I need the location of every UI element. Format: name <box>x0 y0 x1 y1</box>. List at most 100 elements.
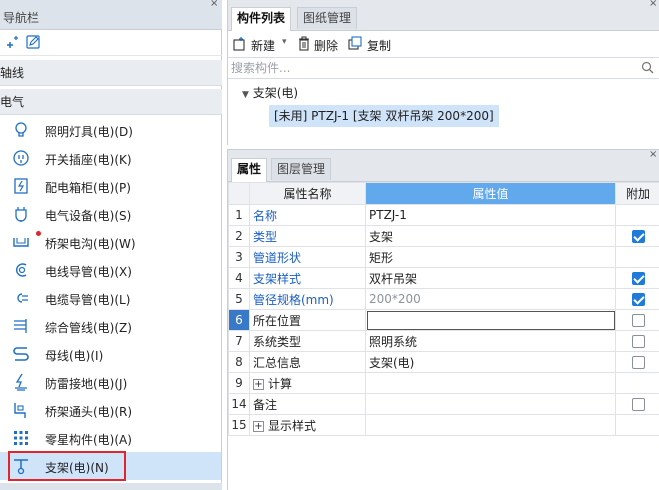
misc-component-icon <box>12 429 30 447</box>
copy-button[interactable]: 复制 <box>367 37 391 54</box>
properties-close-icon[interactable]: × <box>649 149 657 160</box>
nav-item-lighting[interactable]: 照明灯具(电)(D) <box>0 116 221 144</box>
properties-tabbar: 属性 图层管理 × <box>228 149 659 182</box>
search-input[interactable] <box>231 60 631 76</box>
add-checkbox[interactable] <box>631 335 645 348</box>
edit-icon[interactable] <box>25 34 41 50</box>
row-name: 管径规格(mm) <box>249 288 366 310</box>
row-value[interactable]: PTZJ-1 <box>365 204 616 226</box>
row-value-editor[interactable] <box>365 309 616 331</box>
nav-item-switch-socket[interactable]: 开关插座(电)(K) <box>0 144 221 172</box>
tab-layer-management[interactable]: 图层管理 <box>271 158 332 180</box>
nav-item-label: 防雷接地(电)(J) <box>45 377 128 391</box>
nav-item-label: 桥架电沟(电)(W) <box>45 237 136 251</box>
new-button[interactable]: 新建 <box>251 37 275 54</box>
row-value[interactable] <box>365 393 616 415</box>
component-search <box>228 57 659 79</box>
row-add <box>615 309 659 331</box>
row-name-group[interactable]: + 显示样式 <box>249 414 366 436</box>
delete-icon[interactable] <box>297 36 311 51</box>
tree-expand-icon[interactable]: ▼ <box>242 90 249 100</box>
nav-item-busbar[interactable]: 母线(电)(I) <box>0 340 221 368</box>
row-value[interactable]: 支架 <box>365 225 616 247</box>
add-checkbox[interactable] <box>631 272 645 285</box>
row-num: 4 <box>228 267 250 289</box>
add-checkbox[interactable] <box>631 356 645 369</box>
nav-toolbar <box>0 30 222 56</box>
row-add <box>615 288 659 310</box>
add-checkbox[interactable] <box>631 293 645 306</box>
row-num: 2 <box>228 225 250 247</box>
table-row[interactable]: 14 备注 <box>228 393 659 415</box>
add-checkbox[interactable] <box>631 398 645 411</box>
nav-close-icon[interactable]: × <box>210 0 218 9</box>
row-name: 显示样式 <box>268 418 317 433</box>
tree-node-ptzj-1[interactable]: [未用] PTZJ-1 [支架 双杆吊架 200*200] <box>269 105 499 127</box>
table-row[interactable]: 9 + 计算 <box>228 372 659 394</box>
nav-item-cable-conduit[interactable]: 电缆导管(电)(L) <box>0 284 221 312</box>
delete-button[interactable]: 删除 <box>314 37 338 54</box>
expand-plus-icon[interactable]: + <box>253 420 264 432</box>
row-value[interactable]: 支架(电) <box>365 351 616 373</box>
add-checkbox[interactable] <box>631 314 645 327</box>
nav-item-label: 综合管线(电)(Z) <box>45 321 132 335</box>
copy-icon[interactable] <box>348 36 363 51</box>
row-name-group[interactable]: + 计算 <box>249 372 366 394</box>
nav-item-distribution-box[interactable]: 配电箱柜(电)(P) <box>0 172 221 200</box>
tree-node-support[interactable]: ▼ 支架(电) <box>242 84 298 101</box>
new-icon[interactable] <box>232 36 247 51</box>
wire-conduit-icon <box>12 261 30 279</box>
row-num: 3 <box>228 246 250 268</box>
table-row[interactable]: 6 所在位置 <box>228 309 659 331</box>
nav-item-label: 配电箱柜(电)(P) <box>45 181 131 195</box>
nav-item-misc-component[interactable]: 零星构件(电)(A) <box>0 424 221 452</box>
component-panel: 构件列表 图纸管理 × 新建 ▾ 删除 复制 ▼ 支架(电) [未用] PTZJ… <box>227 0 659 145</box>
table-row[interactable]: 2 类型 支架 <box>228 225 659 247</box>
row-value[interactable]: 200*200 <box>365 288 616 310</box>
row-value[interactable]: 照明系统 <box>365 330 616 352</box>
properties-table: 属性名称 属性值 附加 1 名称 PTZJ-1 2 类型 支架 3 管道形状 矩… <box>228 182 659 436</box>
row-num: 14 <box>228 393 250 415</box>
nav-item-label: 母线(电)(I) <box>45 349 104 363</box>
nav-item-electrical-device[interactable]: 电气设备(电)(S) <box>0 200 221 228</box>
table-row[interactable]: 4 支架样式 双杆吊架 <box>228 267 659 289</box>
lightning-ground-icon <box>12 373 30 391</box>
highlight-box <box>8 451 126 481</box>
table-row[interactable]: 1 名称 PTZJ-1 <box>228 204 659 226</box>
category-electrical[interactable]: 电气 <box>0 89 222 115</box>
distribution-box-icon <box>12 177 30 195</box>
row-add <box>615 225 659 247</box>
nav-item-tray-joint[interactable]: 桥架通头(电)(R) <box>0 396 221 424</box>
row-value <box>365 372 616 394</box>
header-num <box>228 182 250 205</box>
header-add: 附加 <box>615 182 659 205</box>
add-sparkle-icon[interactable] <box>4 34 20 50</box>
nav-item-cable-tray[interactable]: 桥架电沟(电)(W) <box>0 228 221 256</box>
row-value[interactable]: 矩形 <box>365 246 616 268</box>
row-num: 6 <box>228 309 250 331</box>
tab-component-list[interactable]: 构件列表 <box>231 7 292 31</box>
table-row[interactable]: 15 + 显示样式 <box>228 414 659 436</box>
row-value <box>365 414 616 436</box>
alert-dot <box>36 231 41 236</box>
row-value[interactable]: 双杆吊架 <box>365 267 616 289</box>
component-close-icon[interactable]: × <box>649 0 657 9</box>
new-dropdown-icon[interactable]: ▾ <box>282 37 287 47</box>
nav-item-lightning-ground[interactable]: 防雷接地(电)(J) <box>0 368 221 396</box>
table-row[interactable]: 7 系统类型 照明系统 <box>228 330 659 352</box>
expand-plus-icon[interactable]: + <box>253 378 264 390</box>
add-checkbox[interactable] <box>631 230 645 243</box>
table-row[interactable]: 8 汇总信息 支架(电) <box>228 351 659 373</box>
nav-item-wire-conduit[interactable]: 电线导管(电)(X) <box>0 256 221 284</box>
row-name: 备注 <box>249 393 366 415</box>
category-axis[interactable]: 轴线 <box>0 60 222 86</box>
tab-properties[interactable]: 属性 <box>231 158 268 182</box>
nav-header: 导航栏 × <box>0 0 222 30</box>
table-row[interactable]: 3 管道形状 矩形 <box>228 246 659 268</box>
search-icon[interactable] <box>641 61 654 74</box>
tab-drawing-management[interactable]: 图纸管理 <box>297 7 358 29</box>
table-row[interactable]: 5 管径规格(mm) 200*200 <box>228 288 659 310</box>
table-header-row: 属性名称 属性值 附加 <box>228 182 659 205</box>
nav-item-combined-pipeline[interactable]: 综合管线(电)(Z) <box>0 312 221 340</box>
header-name: 属性名称 <box>249 182 366 205</box>
